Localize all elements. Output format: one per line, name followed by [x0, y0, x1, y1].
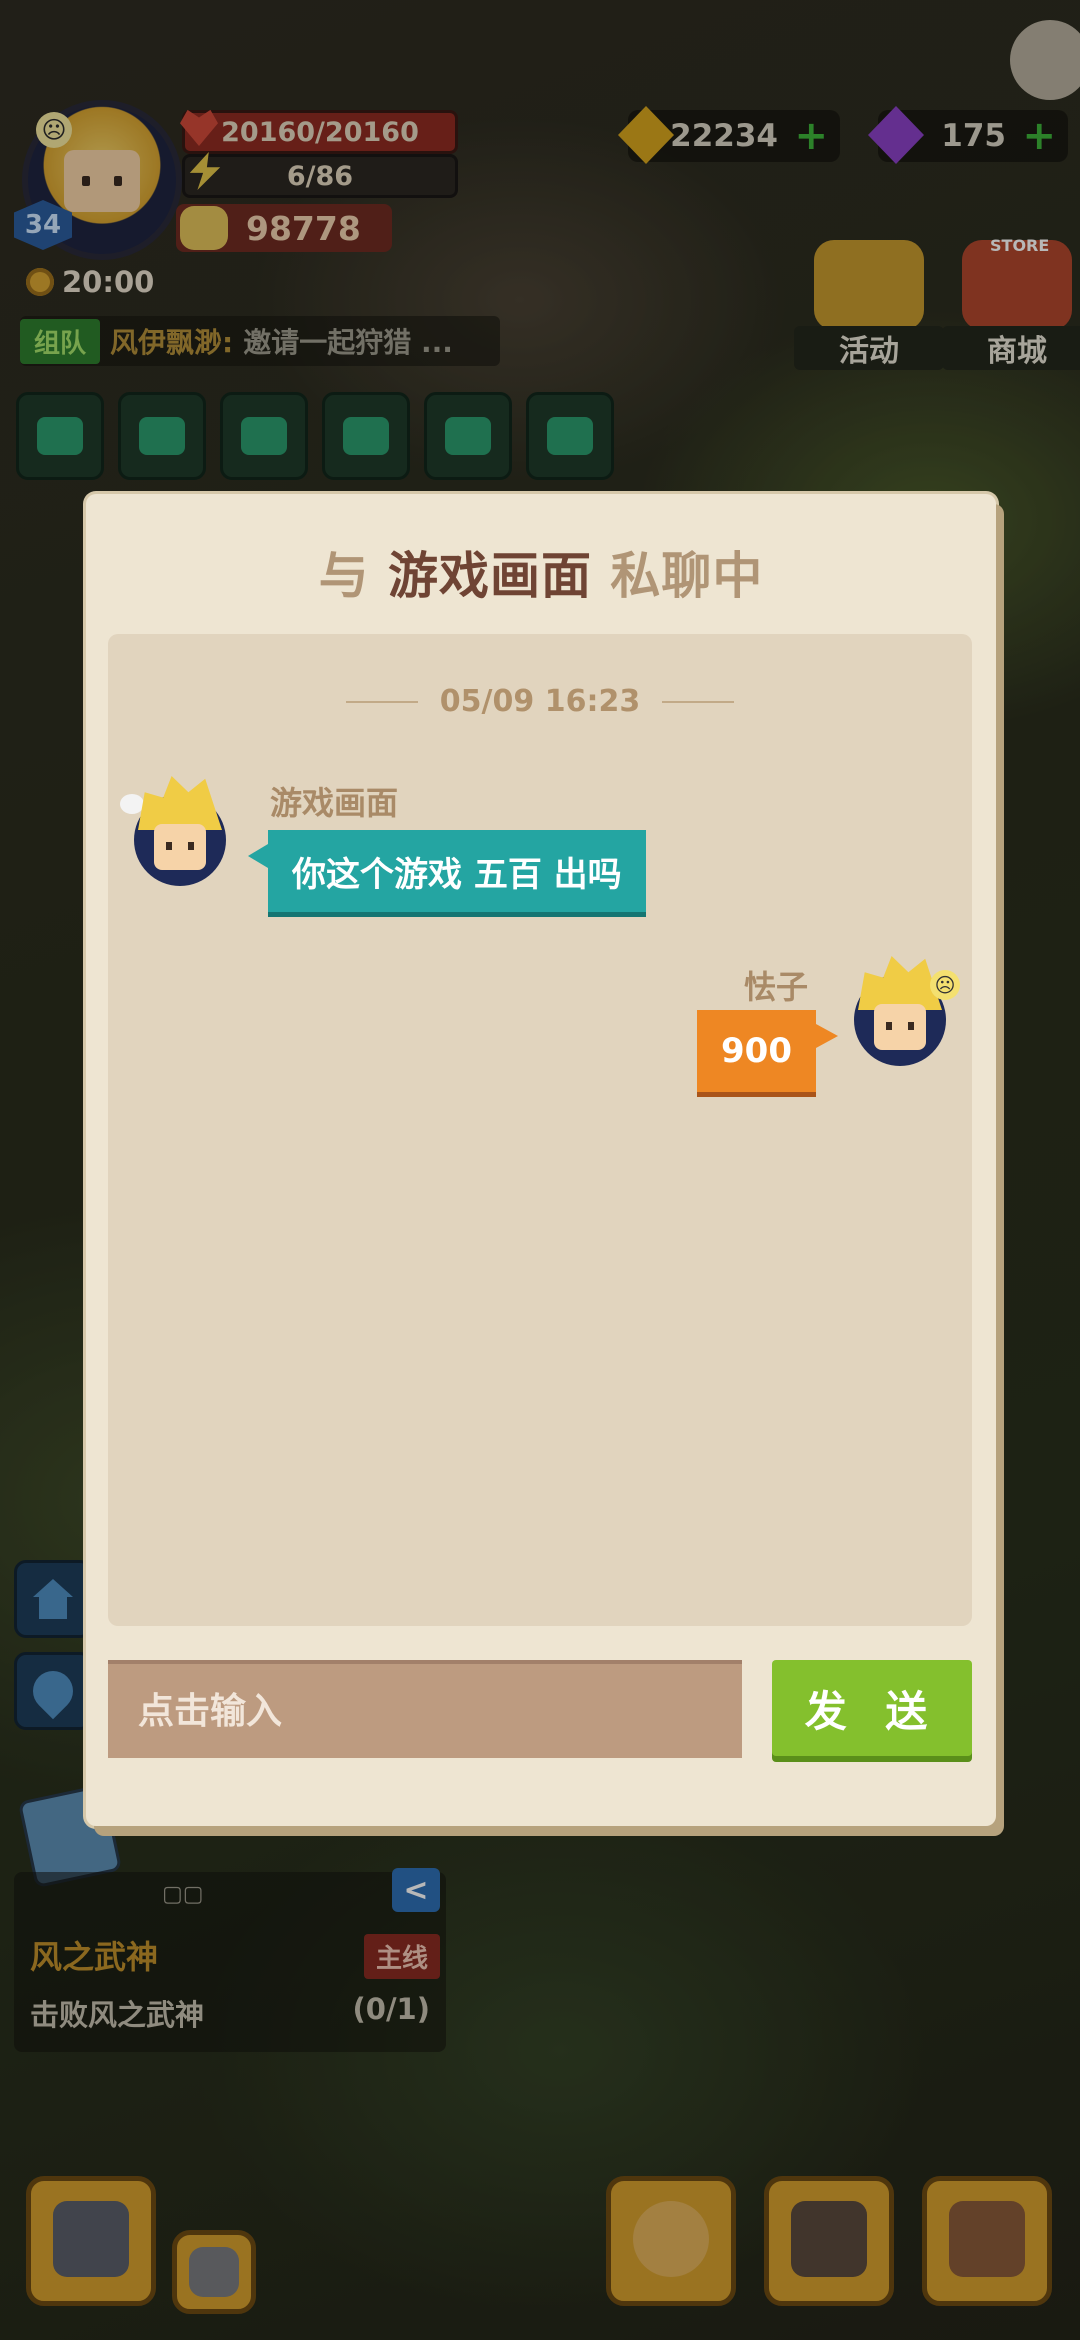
cloud-icon — [120, 794, 144, 814]
avatar[interactable] — [120, 776, 226, 886]
title-suffix: 私聊中 — [592, 547, 764, 605]
avatar-face — [874, 1004, 926, 1050]
chat-peer-name: 游戏画面 — [388, 547, 592, 605]
divider — [345, 700, 418, 703]
private-chat-dialog: 与 游戏画面 私聊中 05/09 16:23 游戏画面 你这个游戏 五百 出吗 … — [86, 494, 996, 1826]
dialog-title: 与 游戏画面 私聊中 — [86, 536, 996, 608]
hair — [138, 776, 222, 830]
message-sender: 怯子 — [743, 968, 808, 1006]
send-button[interactable]: 发 送 — [772, 1660, 972, 1756]
date-text: 05/09 16:23 — [439, 684, 641, 719]
date-separator: 05/09 16:23 — [108, 684, 972, 719]
avatar-face — [154, 824, 206, 870]
message-bubble-outgoing[interactable]: 900 — [697, 1010, 838, 1092]
message-bubble-incoming[interactable]: 你这个游戏 五百 出吗 — [248, 830, 646, 912]
message-input[interactable] — [108, 1660, 742, 1758]
message-sender: 游戏画面 — [270, 784, 399, 822]
avatar[interactable]: ☹ — [854, 956, 960, 1066]
chat-history[interactable]: 05/09 16:23 游戏画面 你这个游戏 五百 出吗 ☹ 怯子 900 — [108, 634, 972, 1626]
title-prefix: 与 — [318, 547, 388, 605]
mood-icon: ☹ — [930, 970, 960, 1000]
divider — [662, 700, 735, 703]
